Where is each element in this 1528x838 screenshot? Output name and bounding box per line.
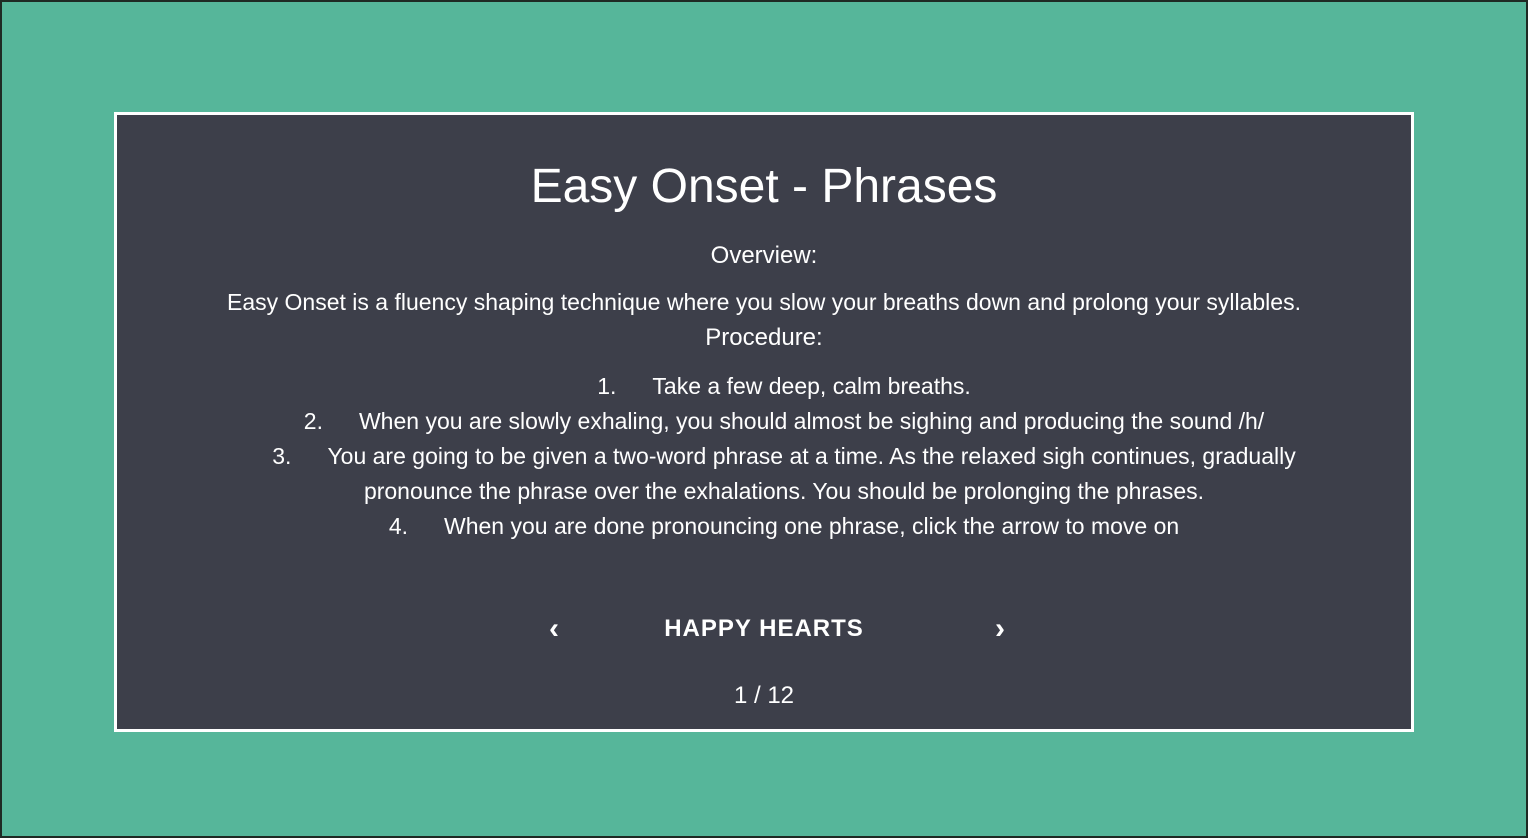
app-background: Easy Onset - Phrases Overview: Easy Onse… bbox=[0, 0, 1528, 838]
step-number: 2. bbox=[303, 408, 323, 434]
current-phrase: HAPPY HEARTS bbox=[664, 615, 864, 642]
procedure-step: 3. You are going to be given a two-word p… bbox=[237, 439, 1331, 509]
step-text: Take a few deep, calm breaths. bbox=[652, 373, 971, 399]
lesson-card: Easy Onset - Phrases Overview: Easy Onse… bbox=[114, 112, 1414, 732]
procedure-step: 1. Take a few deep, calm breaths. bbox=[237, 369, 1331, 404]
phrase-counter: 1 / 12 bbox=[733, 682, 795, 709]
procedure-step: 2. When you are slowly exhaling, you shou… bbox=[237, 404, 1331, 439]
step-number: 4. bbox=[388, 513, 408, 539]
procedure-heading: Procedure: bbox=[705, 324, 823, 351]
page-title: Easy Onset - Phrases bbox=[530, 160, 998, 213]
step-text: When you are done pronouncing one phrase… bbox=[444, 513, 1180, 539]
procedure-step: 4. When you are done pronouncing one phra… bbox=[237, 509, 1331, 544]
overview-text: Easy Onset is a fluency shaping techniqu… bbox=[227, 289, 1301, 315]
step-number: 1. bbox=[597, 373, 617, 399]
overview-heading: Overview: bbox=[710, 242, 818, 269]
procedure-list: 1. Take a few deep, calm breaths. 2. When … bbox=[237, 369, 1331, 544]
phrase-carousel: ‹ HAPPY HEARTS › bbox=[117, 609, 1411, 649]
step-number: 3. bbox=[272, 443, 292, 469]
step-text: When you are slowly exhaling, you should… bbox=[358, 408, 1265, 434]
chevron-right-icon[interactable]: › bbox=[985, 609, 1015, 649]
step-text: You are going to be given a two-word phr… bbox=[327, 443, 1296, 504]
